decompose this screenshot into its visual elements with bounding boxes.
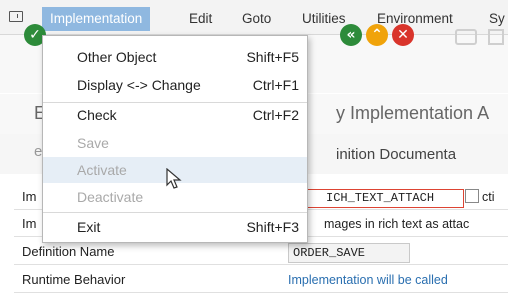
- menu-item-check[interactable]: Check Ctrl+F2: [43, 102, 307, 128]
- menu-item-shortcut: Shift+F5: [246, 49, 299, 65]
- exit-button[interactable]: ⌃: [366, 24, 388, 46]
- back-button[interactable]: «: [340, 24, 362, 46]
- definition-name-row: Definition Name ORDER_SAVE: [14, 241, 508, 265]
- menu-item-label: Deactivate: [77, 189, 144, 205]
- runtime-behavior-value: Implementation will be called: [288, 273, 448, 287]
- system-menu-icon[interactable]: [9, 11, 23, 22]
- menu-item-label: Save: [77, 135, 109, 151]
- runtime-behavior-row: Runtime Behavior Implementation will be …: [14, 269, 508, 293]
- menu-environment[interactable]: Environment: [377, 8, 453, 30]
- menu-item-label: Other Object: [77, 49, 157, 65]
- mouse-cursor-icon: [166, 168, 182, 189]
- value-help-icon[interactable]: [465, 189, 479, 203]
- menu-separator: [43, 212, 307, 213]
- menu-item-shortcut: Ctrl+F1: [252, 77, 299, 93]
- menu-edit[interactable]: Edit: [189, 8, 212, 30]
- runtime-behavior-label: Runtime Behavior: [22, 272, 126, 287]
- menu-implementation[interactable]: Implementation: [42, 7, 151, 31]
- implementation-name-suffix: cti: [482, 190, 495, 204]
- menu-item-label: Exit: [77, 219, 101, 235]
- tab-definition-documentation[interactable]: inition Documenta: [336, 146, 456, 163]
- menu-item-label: Check: [77, 107, 117, 123]
- menu-item-other-object[interactable]: Other Object Shift+F5: [43, 44, 307, 70]
- menu-item-label: Display <-> Change: [77, 77, 201, 93]
- implementation-name-label: Im: [22, 189, 37, 204]
- definition-name-label: Definition Name: [22, 244, 115, 259]
- implementation-short-text-value[interactable]: mages in rich text as attac: [324, 215, 469, 233]
- menu-goto[interactable]: Goto: [242, 8, 271, 30]
- implementation-name-value: ICH_TEXT_ATTACH: [326, 191, 435, 205]
- implementation-dropdown: Other Object Shift+F5 Display <-> Change…: [42, 35, 308, 243]
- menu-item-shortcut: Shift+F3: [246, 219, 299, 235]
- cancel-button[interactable]: ✕: [392, 24, 414, 46]
- implementation-short-text-label: Im: [22, 216, 37, 231]
- definition-name-value: ORDER_SAVE: [288, 243, 410, 263]
- menu-item-label: Activate: [77, 162, 127, 178]
- menu-item-display-change[interactable]: Display <-> Change Ctrl+F1: [43, 72, 307, 98]
- menu-item-shortcut: Ctrl+F2: [252, 107, 299, 123]
- page-title: y Implementation A: [336, 103, 490, 123]
- menu-item-save[interactable]: Save: [43, 130, 307, 156]
- menu-bar: Implementation Edit Goto Utilities Envir…: [0, 0, 508, 35]
- menu-item-exit[interactable]: Exit Shift+F3: [43, 214, 307, 240]
- print-icon[interactable]: [455, 29, 477, 45]
- menu-utilities[interactable]: Utilities: [302, 8, 346, 30]
- find-icon[interactable]: [487, 27, 507, 47]
- implementation-name-field[interactable]: ICH_TEXT_ATTACH: [286, 189, 464, 208]
